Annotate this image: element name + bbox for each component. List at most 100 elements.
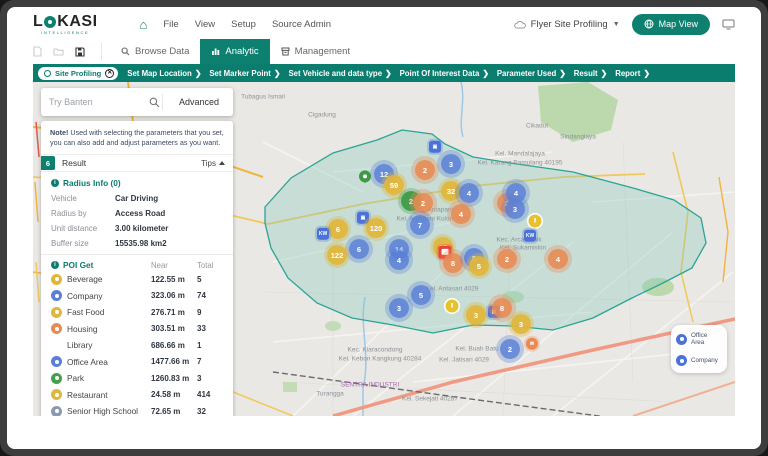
poi-pin-icon [51,405,62,416]
breadcrumb-step-set-vehicle-and-data-type[interactable]: Set Vehicle and data type ❯ [288,69,391,78]
poi-row-housing[interactable]: Housing 303.51 m 33 [51,321,223,338]
result-title: Result [62,158,87,169]
roadblock-icon[interactable]: ‖ [445,299,459,313]
folder-icon[interactable] [53,47,64,56]
tips-toggle[interactable]: Tips [201,159,225,168]
breadcrumb-step-parameter-used[interactable]: Parameter Used ❯ [497,69,566,78]
app-window: L KASI INTELLIGENCE ⌂ File View Setup Source… [7,7,761,449]
breadcrumb-step-set-map-location[interactable]: Set Map Location ❯ [127,69,201,78]
menu-item-view[interactable]: View [195,19,215,30]
poi-badge-marker[interactable]: ✉ [526,337,538,350]
cluster-marker[interactable]: 2 [497,249,517,269]
close-icon[interactable]: ✕ [105,68,115,78]
cluster-marker[interactable]: 3 [389,298,409,318]
cluster-marker[interactable]: 6 [349,239,369,259]
search-input[interactable] [49,97,149,107]
site-profiling-tab[interactable]: Site Profiling ✕ [38,66,119,80]
cluster-marker[interactable]: 3 [441,154,461,174]
cluster-marker[interactable]: 122 [327,245,347,265]
breadcrumb-step-set-marker-point[interactable]: Set Marker Point ❯ [209,69,280,78]
cluster-marker[interactable]: 4 [459,183,479,203]
step-label: Set Marker Point [209,68,271,78]
breadcrumb-step-point-of-interest-data[interactable]: Point Of Interest Data ❯ [400,69,489,78]
cluster-marker[interactable]: 8 [443,253,463,273]
poi-total-value: 414 [197,390,211,400]
radius-value: 15535.98 km2 [115,239,167,249]
cluster-marker[interactable]: 5 [411,285,431,305]
cluster-marker[interactable]: 3 [505,199,525,219]
analytic-tab[interactable]: Analytic [200,39,270,64]
poi-name: Beverage [67,274,103,285]
poi-row-library[interactable]: Library 686.66 m 1 [51,337,223,354]
chevron-right-icon: ❯ [385,68,392,78]
breadcrumb-step-report[interactable]: Report ❯ [615,69,650,78]
poi-name: Restaurant [67,389,108,400]
breadcrumb-step-result[interactable]: Result ❯ [574,69,607,78]
home-icon[interactable]: ⌂ [140,18,148,31]
cluster-marker[interactable]: 120 [366,218,386,238]
workspace-selector[interactable]: Flyer Site Profiling ▼ [513,19,620,30]
chevron-right-icon: ❯ [482,68,489,78]
management-tab[interactable]: Management [270,39,361,64]
breadcrumb: Site Profiling ✕ Set Map Location ❯ Set Ma… [33,64,735,82]
cluster-marker[interactable]: 4 [451,204,471,224]
poi-row-senior-high-school[interactable]: Senior High School 72.65 m 32 [51,403,223,416]
logo-text-right: KASI [57,12,98,30]
radius-info-title: Radius Info (0) [63,178,121,189]
browse-data-tab[interactable]: Browse Data [110,39,200,64]
left-panel: Advanced Note! Used with selecting the p… [41,88,233,416]
cluster-marker[interactable]: 4 [548,249,568,269]
cluster-marker[interactable]: 59 [384,175,404,195]
chevron-right-icon: ❯ [194,68,202,78]
note-text: Note! Used with selecting the parameters… [41,121,233,156]
poi-badge-marker[interactable]: KW [524,229,536,242]
poi-row-office-area[interactable]: Office Area 1477.66 m 7 [51,354,223,371]
legend-item-company[interactable]: Company [676,355,722,366]
logo-pin-icon [44,15,57,28]
bottom-strip [7,416,761,449]
window-frame: L KASI INTELLIGENCE ⌂ File View Setup Source… [0,0,768,456]
cluster-marker[interactable]: 32 [441,181,461,201]
poi-pin-icon [51,323,62,335]
cluster-marker[interactable]: 4 [389,250,409,270]
map-canvas[interactable]: Tubagus Ismail Cigadung Cikadut Sindanglaya… [33,82,735,416]
advanced-button[interactable]: Advanced [165,97,233,107]
save-icon[interactable] [75,46,85,57]
search-icon[interactable] [149,97,160,108]
poi-near-value: 24.58 m [151,390,181,400]
cluster-marker[interactable]: 3 [466,305,486,325]
step-label: Parameter Used [496,68,557,78]
poi-row-restaurant[interactable]: Restaurant 24.58 m 414 [51,387,223,404]
map-view-button[interactable]: Map View [631,13,710,35]
cluster-marker[interactable]: 3 [511,314,531,334]
menu-item-setup[interactable]: Setup [231,19,256,30]
poi-badge-marker[interactable]: KW [317,227,329,240]
poi-rows: Beverage 122.55 m 5 Company 323.06 m 74 Fast F… [51,271,223,416]
poi-total-value: 7 [197,357,202,367]
monitor-icon[interactable] [722,19,735,30]
poi-badge-marker[interactable]: ▣ [429,140,441,153]
poi-row-beverage[interactable]: Beverage 122.55 m 5 [51,271,223,288]
cluster-marker[interactable]: 2 [413,193,433,213]
legend-item-office-area[interactable]: Office Area [676,332,722,346]
poi-row-fast-food[interactable]: Fast Food 276.71 m 9 [51,304,223,321]
poi-total-value: 5 [197,274,202,284]
cluster-marker[interactable]: 6 [328,219,348,239]
menu-item-file[interactable]: File [163,19,178,30]
cluster-marker[interactable]: 2 [415,160,435,180]
legend-label: Office Area [691,332,708,346]
poi-pin-icon [51,306,62,318]
new-file-icon[interactable] [33,46,42,57]
poi-row-park[interactable]: Park 1260.83 m 3 [51,370,223,387]
roadblock-icon[interactable]: ‖ [528,214,542,228]
cluster-marker[interactable]: 5 [469,256,489,276]
cluster-marker[interactable]: 2 [500,339,520,359]
radius-info-section: i Radius Info (0) Vehicle Car Driving Radi… [41,172,233,256]
poi-row-company[interactable]: Company 323.06 m 74 [51,288,223,305]
poi-title: POI Get [63,260,94,271]
cluster-marker[interactable]: 7 [410,215,430,235]
cluster-marker[interactable]: 8 [492,298,512,318]
park-pin-marker[interactable] [359,170,371,184]
menu-item-source-admin[interactable]: Source Admin [272,19,331,30]
chevron-down-icon: ▼ [612,20,620,28]
